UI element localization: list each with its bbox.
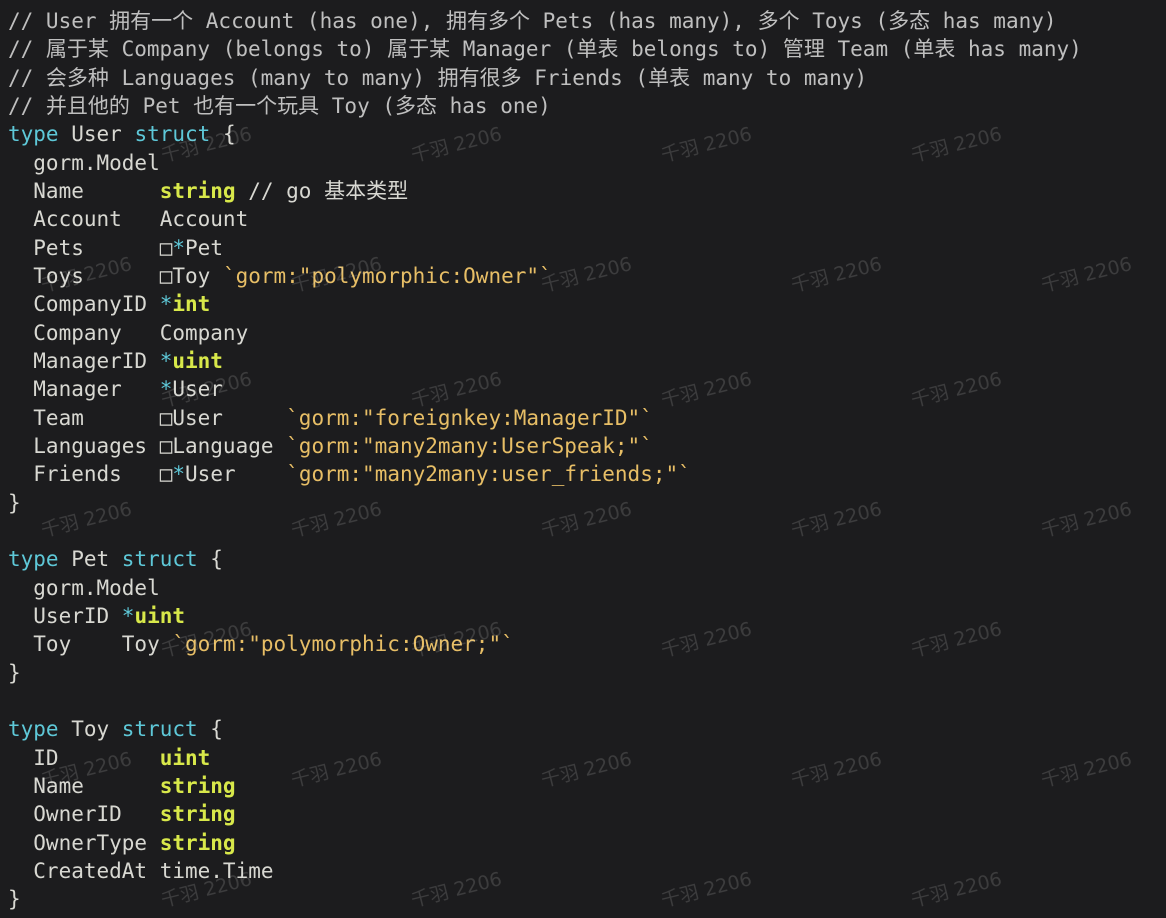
code-token: Pet <box>185 235 223 260</box>
code-line: } <box>8 885 1082 913</box>
code-line: OwnerID string <box>8 800 1082 828</box>
code-line: // 会多种 Languages (many to many) 拥有很多 Fri… <box>8 64 1082 92</box>
code-line: } <box>8 659 1082 687</box>
code-line: OwnerType string <box>8 829 1082 857</box>
code-token: Name <box>8 178 160 203</box>
code-token: CreatedAt time.Time <box>8 858 274 883</box>
code-line: Account Account <box>8 205 1082 233</box>
code-line: Toys □Toy `gorm:"polymorphic:Owner"` <box>8 262 1082 290</box>
code-line: CompanyID *int <box>8 290 1082 318</box>
code-token: Name <box>8 773 160 798</box>
type-token: string <box>159 802 236 827</box>
code-line: Pets □*Pet <box>8 234 1082 262</box>
code-token: CompanyID <box>8 292 160 317</box>
code-token: { <box>197 547 223 572</box>
comment-token: // User 拥有一个 Account (has one), 拥有多个 Pet… <box>8 9 1057 33</box>
pointer-token: * <box>172 235 186 260</box>
code-line: Toy Toy `gorm:"polymorphic:Owner;"` <box>8 630 1082 658</box>
struct-tag-token: `gorm:"foreignkey:ManagerID"` <box>286 405 653 430</box>
keyword-token: type <box>8 717 59 742</box>
code-line: // User 拥有一个 Account (has one), 拥有多个 Pet… <box>8 7 1082 35</box>
code-token: } <box>8 660 21 685</box>
code-token: ID <box>8 745 160 770</box>
type-token: uint <box>134 603 186 628</box>
keyword-token: struct <box>121 547 198 572</box>
code-token: { <box>210 122 236 147</box>
pointer-token: * <box>159 348 173 373</box>
code-line: Company Company <box>8 319 1082 347</box>
code-line: ManagerID *uint <box>8 347 1082 375</box>
pointer-token: * <box>121 603 135 628</box>
code-token: Company Company <box>8 320 249 345</box>
code-line: type Pet struct { <box>8 545 1082 573</box>
code-token: // go 基本类型 <box>235 178 409 203</box>
code-line: UserID *uint <box>8 602 1082 630</box>
code-line: Team □User `gorm:"foreignkey:ManagerID"` <box>8 404 1082 432</box>
struct-tag-token: `gorm:"many2many:user_friends;"` <box>286 462 691 487</box>
code-token: Pet <box>58 547 122 572</box>
code-token: Team □User <box>8 405 287 430</box>
code-line: Languages □Language `gorm:"many2many:Use… <box>8 432 1082 460</box>
code-line: Name string <box>8 772 1082 800</box>
keyword-token: type <box>8 547 59 572</box>
type-token: string <box>159 773 236 798</box>
keyword-token: struct <box>134 122 211 147</box>
code-line: // 属于某 Company (belongs to) 属于某 Manager … <box>8 35 1082 63</box>
code-token: } <box>8 887 21 912</box>
code-line: gorm.Model <box>8 149 1082 177</box>
type-token: int <box>172 292 211 317</box>
struct-tag-token: `gorm:"polymorphic:Owner;"` <box>172 632 514 657</box>
code-token: User <box>185 462 287 487</box>
code-line: CreatedAt time.Time <box>8 857 1082 885</box>
code-token: } <box>8 490 21 515</box>
struct-tag-token: `gorm:"many2many:UserSpeak;"` <box>286 433 653 458</box>
code-token: Manager <box>8 377 160 402</box>
code-editor[interactable]: // User 拥有一个 Account (has one), 拥有多个 Pet… <box>8 7 1082 914</box>
pointer-token: * <box>159 292 173 317</box>
keyword-token: type <box>8 122 59 147</box>
code-token: OwnerType <box>8 830 160 855</box>
code-token: Friends □ <box>8 462 173 487</box>
code-line: Manager *User <box>8 375 1082 403</box>
pointer-token: * <box>172 462 186 487</box>
code-line: Friends □*User `gorm:"many2many:user_fri… <box>8 460 1082 488</box>
code-token: gorm.Model <box>8 575 160 600</box>
code-token: Toys □Toy <box>8 263 223 288</box>
code-token: Languages □Language <box>8 433 287 458</box>
struct-tag-token: `gorm:"polymorphic:Owner"` <box>222 263 552 288</box>
code-line: ID uint <box>8 744 1082 772</box>
code-line: Name string // go 基本类型 <box>8 177 1082 205</box>
comment-token: // 属于某 Company (belongs to) 属于某 Manager … <box>8 37 1082 62</box>
type-token: uint <box>159 745 211 770</box>
code-token: ManagerID <box>8 348 160 373</box>
code-token: gorm.Model <box>8 150 160 175</box>
code-token: OwnerID <box>8 802 160 827</box>
code-token: UserID <box>8 603 122 628</box>
code-token: Toy Toy <box>8 632 173 657</box>
code-token: Pets □ <box>8 235 173 260</box>
type-token: uint <box>172 348 223 373</box>
keyword-token: struct <box>121 717 198 742</box>
type-token: string <box>159 830 236 855</box>
code-line: type Toy struct { <box>8 715 1082 743</box>
code-line: } <box>8 489 1082 517</box>
code-line: // 并且他的 Pet 也有一个玩具 Toy (多态 has one) <box>8 92 1082 120</box>
type-token: string <box>159 178 236 203</box>
comment-token: // 并且他的 Pet 也有一个玩具 Toy (多态 has one) <box>8 93 551 118</box>
code-token: User <box>58 122 135 147</box>
code-token: Account Account <box>8 207 249 232</box>
code-line: type User struct { <box>8 120 1082 148</box>
code-token: Toy <box>58 717 122 742</box>
code-token: { <box>197 717 223 742</box>
pointer-token: * <box>159 377 173 402</box>
code-token: User <box>172 377 223 402</box>
code-line: gorm.Model <box>8 574 1082 602</box>
comment-token: // 会多种 Languages (many to many) 拥有很多 Fri… <box>8 65 868 90</box>
